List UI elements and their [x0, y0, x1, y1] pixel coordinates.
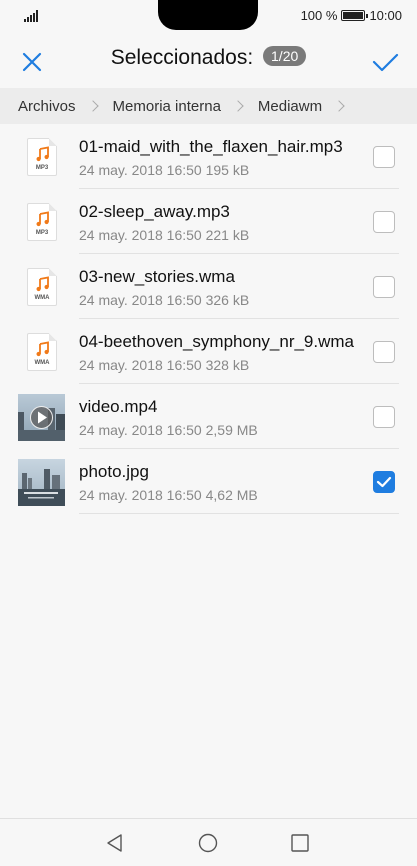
file-name: video.mp4 — [79, 397, 158, 416]
confirm-button[interactable] — [369, 46, 401, 78]
file-extension-label: MP3 — [35, 230, 49, 236]
file-meta: 24 may. 2018 16:50 221 kB — [79, 227, 249, 243]
file-meta: 24 may. 2018 16:50 4,62 MB — [79, 487, 258, 503]
file-date: 24 may. 2018 16:50 — [79, 422, 202, 438]
home-icon[interactable] — [198, 833, 218, 853]
music-note-icon — [36, 211, 49, 227]
file-row[interactable]: photo.jpg 24 may. 2018 16:50 4,62 MB — [0, 449, 417, 514]
file-name: 03-new_stories.wma — [79, 267, 235, 286]
file-name: 02-sleep_away.mp3 — [79, 202, 230, 221]
music-note-icon — [36, 276, 49, 292]
divider — [79, 513, 399, 514]
camera-notch — [158, 0, 258, 30]
file-extension-label: WMA — [34, 295, 50, 301]
file-row[interactable]: video.mp4 24 may. 2018 16:50 2,59 MB — [0, 384, 417, 449]
file-name: 01-maid_with_the_flaxen_hair.mp3 — [79, 137, 343, 156]
file-meta: 24 may. 2018 16:50 2,59 MB — [79, 422, 258, 438]
file-row[interactable]: MP3 01-maid_with_the_flaxen_hair.mp3 24 … — [0, 124, 417, 189]
recent-apps-icon[interactable] — [291, 834, 309, 852]
file-size: 326 kB — [205, 292, 250, 308]
breadcrumb-memoria-interna[interactable]: Memoria interna — [113, 98, 221, 115]
music-note-icon — [36, 146, 49, 162]
battery-icon — [341, 10, 369, 21]
file-date: 24 may. 2018 16:50 — [79, 162, 202, 178]
audio-file-icon: MP3 — [27, 138, 57, 176]
select-checkbox[interactable] — [373, 276, 395, 298]
file-meta: 24 may. 2018 16:50 326 kB — [79, 292, 249, 308]
chevron-right-icon — [333, 100, 345, 112]
breadcrumb-mediawm[interactable]: Mediawm — [258, 98, 322, 115]
status-bar: 100 % 10:00 — [0, 0, 417, 34]
file-list: MP3 01-maid_with_the_flaxen_hair.mp3 24 … — [0, 124, 417, 514]
breadcrumb-archivos[interactable]: Archivos — [18, 98, 76, 115]
file-size: 221 kB — [205, 227, 250, 243]
file-name: 04-beethoven_symphony_nr_9.wma — [79, 332, 355, 351]
clock: 10:00 — [369, 8, 402, 23]
file-meta: 24 may. 2018 16:50 195 kB — [79, 162, 249, 178]
select-checkbox[interactable] — [373, 211, 395, 233]
file-date: 24 may. 2018 16:50 — [79, 227, 202, 243]
video-thumbnail — [18, 394, 65, 441]
status-right: 100 % 10:00 — [301, 8, 402, 23]
page-title: Seleccionados: 1/20 — [0, 46, 417, 70]
select-checkbox-checked[interactable] — [373, 471, 395, 493]
file-row[interactable]: MP3 02-sleep_away.mp3 24 may. 2018 16:50… — [0, 189, 417, 254]
file-row[interactable]: WMA 04-beethoven_symphony_nr_9.wma 24 ma… — [0, 319, 417, 384]
audio-file-icon: MP3 — [27, 203, 57, 241]
file-size: 328 kB — [205, 357, 250, 373]
back-icon[interactable] — [105, 833, 125, 853]
checkmark-icon — [376, 476, 392, 488]
audio-file-icon: WMA — [27, 333, 57, 371]
file-name: photo.jpg — [79, 462, 149, 481]
file-date: 24 may. 2018 16:50 — [79, 487, 202, 503]
select-checkbox[interactable] — [373, 406, 395, 428]
selection-toolbar: Seleccionados: 1/20 — [0, 40, 417, 80]
file-date: 24 may. 2018 16:50 — [79, 292, 202, 308]
select-checkbox[interactable] — [373, 341, 395, 363]
battery-percent: 100 % — [300, 8, 338, 23]
selection-title: Seleccionados: — [110, 46, 254, 69]
file-size: 195 kB — [205, 162, 250, 178]
breadcrumb: Archivos Memoria interna Mediawm — [0, 88, 417, 124]
select-checkbox[interactable] — [373, 146, 395, 168]
chevron-right-icon — [86, 100, 99, 112]
chevron-right-icon — [232, 100, 244, 112]
file-size: 4,62 MB — [205, 487, 258, 503]
file-row[interactable]: WMA 03-new_stories.wma 24 may. 2018 16:5… — [0, 254, 417, 319]
file-extension-label: MP3 — [35, 165, 49, 171]
photo-thumbnail — [18, 459, 65, 506]
music-note-icon — [36, 341, 49, 357]
selection-count-badge: 1/20 — [263, 46, 307, 66]
file-size: 2,59 MB — [205, 422, 258, 438]
checkmark-icon — [372, 53, 399, 72]
navigation-bar — [0, 818, 417, 866]
file-meta: 24 may. 2018 16:50 328 kB — [79, 357, 249, 373]
file-date: 24 may. 2018 16:50 — [79, 357, 202, 373]
signal-icon — [24, 10, 40, 22]
audio-file-icon: WMA — [27, 268, 57, 306]
file-extension-label: WMA — [34, 360, 50, 366]
